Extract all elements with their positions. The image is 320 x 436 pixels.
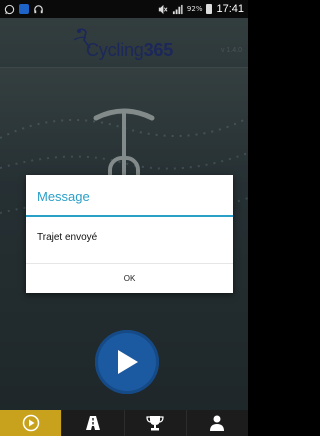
- ok-button[interactable]: OK: [26, 263, 233, 293]
- nav-item-profile[interactable]: [187, 410, 248, 436]
- nav-item-trophies[interactable]: [125, 410, 187, 436]
- bottom-nav: [0, 410, 248, 436]
- dialog-message: Trajet envoyé: [37, 232, 98, 243]
- dialog-title-divider: [26, 215, 233, 217]
- nav-item-routes[interactable]: [62, 410, 125, 436]
- headset-icon: [34, 4, 43, 13]
- play-icon: [118, 350, 138, 374]
- road-icon: [85, 416, 100, 430]
- app-icon: [19, 4, 29, 14]
- signal-icon: [172, 4, 183, 14]
- trophy-icon: [146, 416, 164, 431]
- play-icon: [22, 414, 39, 432]
- battery-percent: 92%: [186, 5, 203, 13]
- status-right: 92% 17:41: [157, 3, 244, 15]
- status-bar: 92% 17:41: [0, 0, 248, 18]
- clock: 17:41: [216, 3, 244, 15]
- app-screen: 92% 17:41 Cycling365 v 1.4.0 Message Tra…: [0, 0, 248, 436]
- mute-icon: [158, 4, 168, 14]
- start-ride-button[interactable]: [95, 330, 159, 394]
- status-left: [4, 4, 44, 15]
- whatsapp-icon: [4, 4, 15, 14]
- battery-icon: [206, 4, 213, 14]
- nav-item-ride[interactable]: [0, 410, 63, 436]
- message-dialog: Message Trajet envoyé OK: [26, 175, 233, 293]
- profile-icon: [210, 415, 225, 431]
- dialog-title: Message: [37, 189, 90, 204]
